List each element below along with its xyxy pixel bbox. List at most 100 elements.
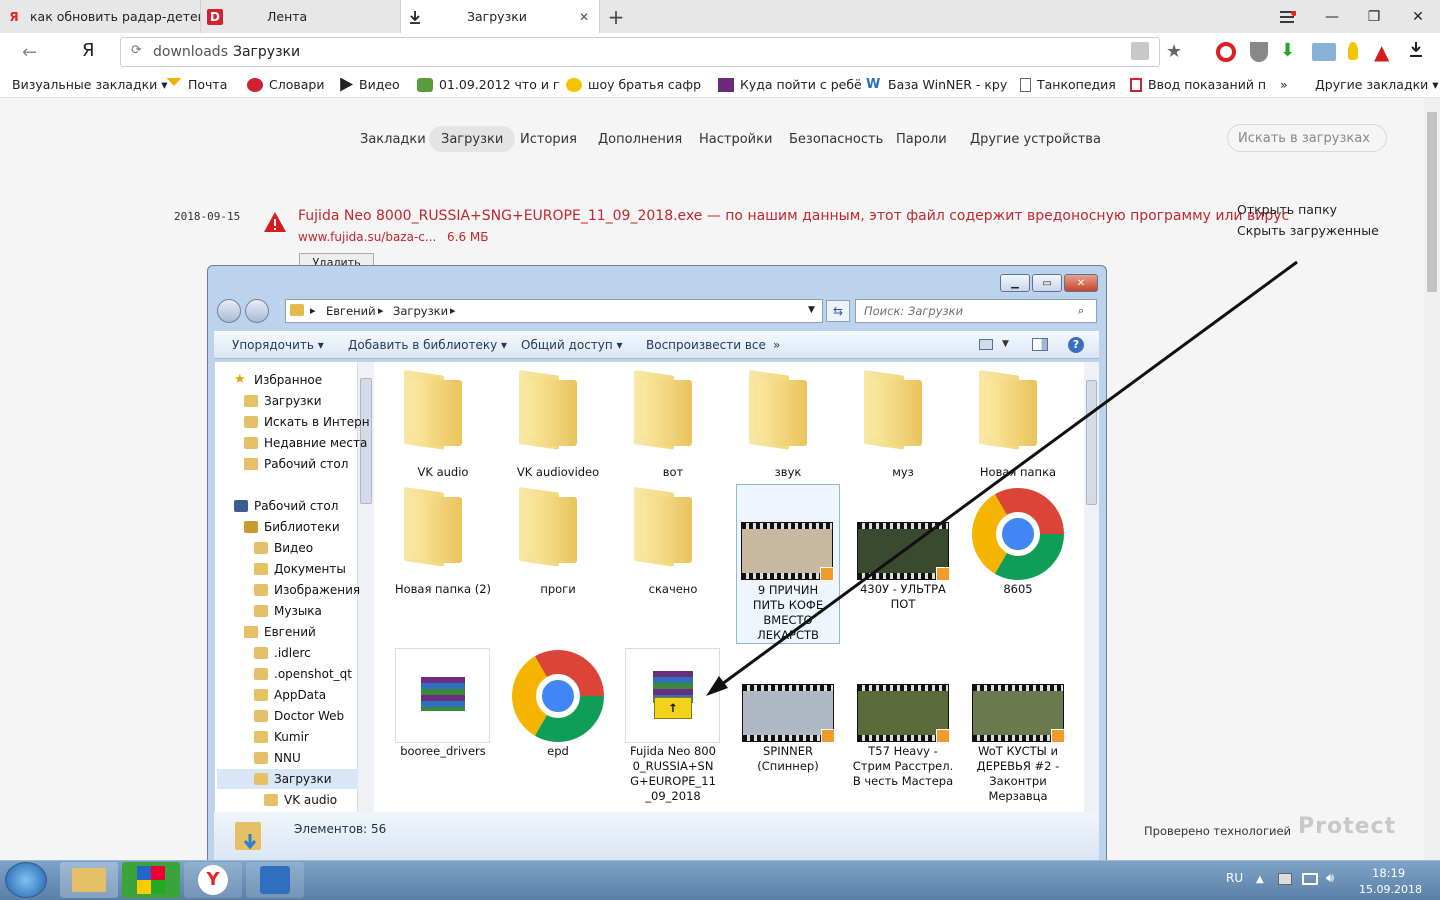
mail-icon[interactable]: [1312, 43, 1336, 61]
nav-passwords[interactable]: Пароли: [884, 126, 959, 152]
nav-item[interactable]: Рабочий стол: [244, 454, 348, 474]
minimize-button[interactable]: —: [1310, 0, 1354, 33]
nav-item[interactable]: VK audio: [264, 790, 337, 810]
tab-yandex-search[interactable]: Я как обновить радар-детект: [0, 0, 200, 33]
tray-expand-icon[interactable]: ▲: [1256, 874, 1264, 885]
back-arrow-icon[interactable]: ←: [22, 42, 37, 63]
preview-pane-icon[interactable]: [1032, 338, 1048, 351]
nav-history[interactable]: История: [508, 126, 589, 152]
nav-item[interactable]: Изображения: [254, 580, 360, 600]
shield-icon[interactable]: [1250, 42, 1268, 62]
nav-item[interactable]: Загрузки: [217, 769, 358, 789]
open-folder-link[interactable]: Открыть папку: [1237, 202, 1337, 217]
video-item[interactable]: 430У - УЛЬТРА ПОТ: [848, 485, 958, 644]
content-scrollbar-thumb[interactable]: [1086, 380, 1097, 505]
play-all-button[interactable]: Воспроизвести все: [646, 331, 766, 359]
folder-item[interactable]: скачено: [618, 485, 728, 644]
nav-item[interactable]: Документы: [254, 559, 346, 579]
installer-item[interactable]: ↑ Fujida Neo 8000_RUSSIA+SNG+EUROPE_11_09…: [618, 648, 728, 806]
menu-icon[interactable]: [1266, 0, 1310, 33]
download-source-link[interactable]: www.fujida.su/baza-c...: [298, 230, 436, 244]
url-field[interactable]: ⟳ downloads Загрузки: [120, 37, 1160, 67]
explorer-minimize-button[interactable]: ▁: [1000, 274, 1030, 292]
chevron-down-icon[interactable]: ▼: [808, 305, 815, 315]
downloads-search-input[interactable]: Искать в загрузках: [1227, 124, 1387, 152]
explorer-address-field[interactable]: ▸ Евгений ▸ Загрузки ▸ ▼: [285, 299, 823, 323]
nav-settings[interactable]: Настройки: [687, 126, 784, 152]
nav-item[interactable]: Библиотеки: [244, 517, 340, 537]
nav-item[interactable]: AppData: [254, 685, 326, 705]
network-icon[interactable]: [1302, 873, 1318, 885]
explorer-maximize-button[interactable]: ▭: [1032, 274, 1062, 292]
downloads-icon[interactable]: [1408, 40, 1424, 62]
share-button[interactable]: Общий доступ ▾: [521, 331, 623, 359]
warning-icon[interactable]: ▲: [1374, 40, 1389, 64]
nav-item[interactable]: Kumir: [254, 727, 309, 747]
archive-item[interactable]: booree_drivers: [388, 648, 498, 806]
explorer-back-button[interactable]: [217, 299, 241, 323]
opera-icon[interactable]: [1216, 42, 1236, 62]
nav-item[interactable]: .idlerc: [254, 643, 311, 663]
bookmark-winner[interactable]: W База WinNER - кру: [866, 71, 1007, 98]
page-scrollbar-thumb[interactable]: [1427, 112, 1437, 292]
bookmark-mail[interactable]: Почта: [166, 71, 227, 98]
bookmark-visual[interactable]: Визуальные закладки ▾: [12, 71, 168, 98]
nav-addons[interactable]: Дополнения: [586, 126, 694, 152]
folder-item[interactable]: проги: [503, 485, 613, 644]
restore-button[interactable]: ❐: [1352, 0, 1396, 33]
video-item[interactable]: T57 Heavy - Стрим Расстрел. В честь Маст…: [848, 648, 958, 806]
nav-item[interactable]: NNU: [254, 748, 301, 768]
nav-item[interactable]: Недавние места: [244, 433, 367, 453]
start-button[interactable]: [5, 862, 47, 898]
bookmark-dictionaries[interactable]: Словари: [247, 71, 324, 98]
nav-item[interactable]: ★ Избранное: [234, 370, 322, 390]
clock-time[interactable]: 18:19: [1372, 866, 1405, 880]
lightbulb-icon[interactable]: [1348, 42, 1358, 60]
folder-item[interactable]: Новая папка (2): [388, 485, 498, 644]
bookmarks-overflow[interactable]: »: [1280, 71, 1288, 98]
breadcrumb-item[interactable]: Загрузки: [393, 304, 448, 318]
download-title-link[interactable]: Fujida Neo 8000_RUSSIA+SNG+EUROPE_11_09_…: [298, 208, 1289, 224]
download-arrow-icon[interactable]: ⬇: [1280, 40, 1295, 61]
yandex-logo[interactable]: Я: [82, 40, 95, 61]
nav-item[interactable]: Рабочий стол: [234, 496, 338, 516]
star-bookmark-icon[interactable]: ★: [1166, 41, 1182, 62]
explorer-close-button[interactable]: ✕: [1064, 274, 1098, 292]
taskbar-app[interactable]: [122, 862, 180, 898]
refresh-icon[interactable]: ⇆: [826, 300, 850, 322]
chrome-item[interactable]: epd: [503, 648, 613, 806]
chrome-item[interactable]: 8605: [963, 485, 1073, 644]
nav-item[interactable]: Загрузки: [244, 391, 322, 411]
hide-downloaded-link[interactable]: Скрыть загруженные: [1237, 223, 1379, 238]
taskbar-winrar[interactable]: [246, 862, 304, 898]
close-window-button[interactable]: ✕: [1396, 0, 1440, 33]
add-to-library-button[interactable]: Добавить в библиотеку ▾: [348, 331, 507, 359]
volume-icon[interactable]: 🔊︎: [1326, 871, 1334, 886]
nav-item[interactable]: .openshot_qt: [254, 664, 352, 684]
video-item[interactable]: SPINNER (Спиннер): [733, 648, 843, 806]
toolbar-overflow[interactable]: »: [773, 331, 780, 359]
explorer-search-input[interactable]: Поиск: Загрузки ⌕: [855, 299, 1097, 323]
nav-bookmarks[interactable]: Закладки: [348, 126, 438, 152]
nav-item[interactable]: Искать в Интерн: [244, 412, 370, 432]
language-indicator[interactable]: RU: [1226, 871, 1243, 885]
clock-date[interactable]: 15.09.2018: [1359, 883, 1422, 896]
video-item[interactable]: WoT КУСТЫ и ДЕРЕВЬЯ #2 - Законтри Мерзав…: [963, 648, 1073, 806]
bookmark-tankopedia[interactable]: Танкопедия: [1020, 71, 1116, 98]
flag-icon[interactable]: [1278, 873, 1292, 885]
tab-downloads[interactable]: Загрузки ✕: [400, 0, 600, 33]
nav-item[interactable]: Видео: [254, 538, 313, 558]
nav-item[interactable]: Евгений: [244, 622, 316, 642]
nav-item[interactable]: Doctor Web: [254, 706, 344, 726]
reload-icon[interactable]: ⟳: [131, 43, 142, 58]
organize-button[interactable]: Упорядочить ▾: [232, 331, 324, 359]
bookmark-other[interactable]: Другие закладки ▾: [1315, 71, 1439, 98]
taskbar-explorer[interactable]: [60, 862, 118, 898]
explorer-forward-button[interactable]: [245, 299, 269, 323]
video-item[interactable]: 9 ПРИЧИН ПИТЬ КОФЕ ВМЕСТО ЛЕКАРСТВ: [736, 484, 840, 644]
new-tab-button[interactable]: +: [594, 0, 638, 33]
bookmark-show[interactable]: шоу братья сафр: [566, 71, 701, 98]
bookmark-readings[interactable]: Ввод показаний п: [1130, 71, 1266, 98]
breadcrumb-item[interactable]: Евгений: [326, 304, 376, 318]
nav-other-devices[interactable]: Другие устройства: [958, 126, 1113, 152]
